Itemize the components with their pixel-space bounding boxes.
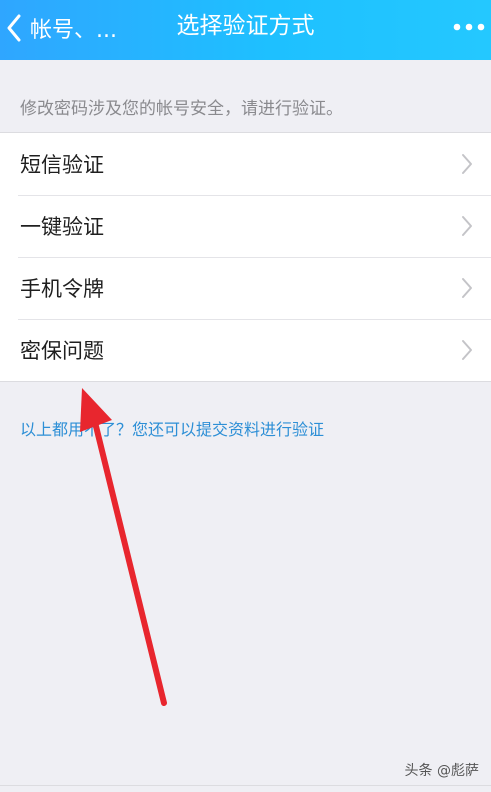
bottom-divider	[0, 785, 491, 786]
method-label: 短信验证	[20, 153, 104, 177]
chevron-right-icon	[461, 215, 473, 237]
security-notice: 修改密码涉及您的帐号安全，请进行验证。	[20, 99, 343, 119]
method-token[interactable]: 手机令牌	[0, 257, 491, 319]
page-title: 选择验证方式	[176, 13, 315, 39]
nav-bar: 帐号、... 选择验证方式	[0, 0, 491, 60]
chevron-right-icon	[461, 153, 473, 175]
more-dots-icon	[453, 16, 485, 35]
method-one-click[interactable]: 一键验证	[0, 195, 491, 257]
screen: 帐号、... 选择验证方式 修改密码涉及您的帐号安全，请进行验证。 短信验证 一…	[0, 0, 491, 792]
chevron-right-icon	[461, 277, 473, 299]
method-label: 密保问题	[20, 339, 104, 363]
chevron-right-icon	[461, 339, 473, 361]
method-sms[interactable]: 短信验证	[0, 133, 491, 195]
method-label: 手机令牌	[20, 277, 104, 301]
method-security-question[interactable]: 密保问题	[0, 319, 491, 381]
verification-method-list: 短信验证 一键验证 手机令牌 密保问题	[0, 132, 491, 382]
method-label: 一键验证	[20, 215, 104, 239]
watermark: 头条 @彪萨	[404, 763, 479, 779]
more-button[interactable]	[449, 10, 489, 40]
submit-info-link[interactable]: 以上都用不了？您还可以提交资料进行验证	[20, 416, 324, 440]
